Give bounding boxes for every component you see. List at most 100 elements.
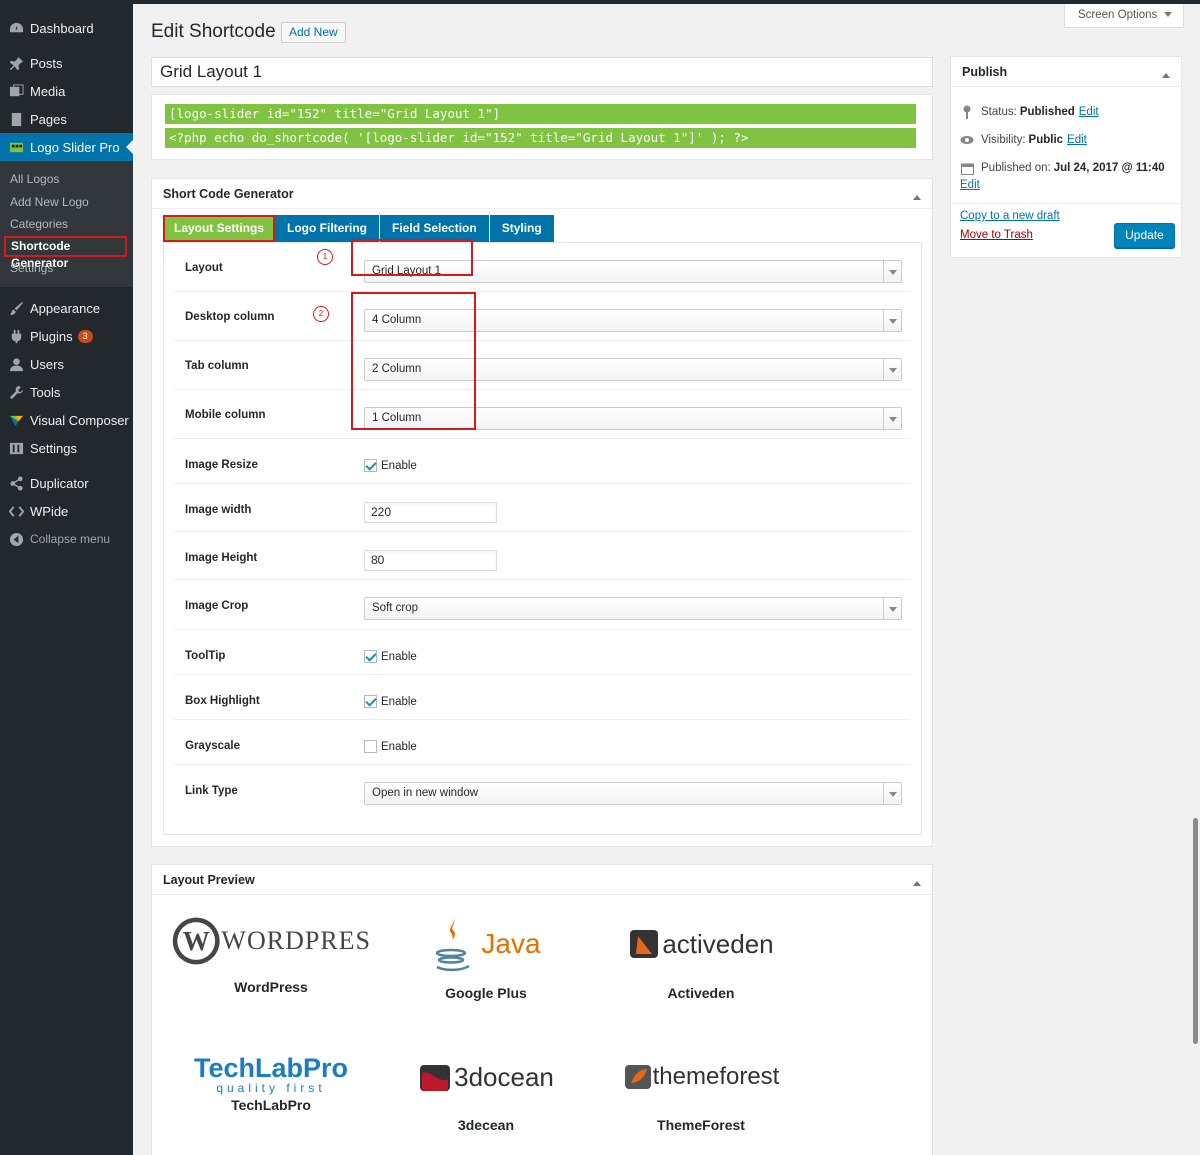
sidebar-item-wpide[interactable]: WPide: [0, 497, 133, 525]
logo-card-google-plus[interactable]: Java Google Plus: [386, 911, 586, 1001]
image-width-row: Image width 220: [174, 484, 910, 532]
image-crop-select[interactable]: Soft crop: [364, 597, 902, 620]
sidebar-item-media[interactable]: Media: [0, 77, 133, 105]
sidebar-item-plugins[interactable]: Plugins 3: [0, 322, 133, 350]
chevron-down-icon: [883, 359, 901, 380]
tab-logo-filtering[interactable]: Logo Filtering: [275, 215, 381, 242]
box-highlight-checkbox[interactable]: [364, 695, 377, 708]
eye-icon: [960, 133, 974, 147]
pin-icon: [8, 55, 24, 71]
logo-card-techlabpro[interactable]: TechLabPro quality first TechLabPro: [171, 1053, 371, 1114]
submenu-add-new-logo[interactable]: Add New Logo: [0, 191, 133, 214]
submenu-categories[interactable]: Categories: [0, 213, 133, 236]
link-type-select[interactable]: Open in new window: [364, 782, 902, 805]
admin-bar: [0, 0, 1200, 4]
svg-text:W: W: [183, 926, 210, 956]
logo-card-activeden[interactable]: activeden Activeden: [601, 911, 801, 1001]
logo-card-themeforest[interactable]: themeforest ThemeForest: [601, 1055, 801, 1133]
submenu-shortcode-generator[interactable]: Shortcode Generator: [4, 235, 127, 270]
page-scrollbar[interactable]: [1193, 818, 1198, 1044]
java-logo: Java: [386, 911, 586, 977]
image-resize-checkbox[interactable]: [364, 459, 377, 472]
logo-name: Google Plus: [445, 985, 527, 1001]
generator-header: Short Code Generator: [152, 179, 932, 209]
sidebar-item-label: Settings: [30, 440, 77, 456]
sidebar-item-logo-slider-pro[interactable]: Logo Slider Pro: [0, 133, 133, 161]
tab-column-select[interactable]: 2 Column: [364, 358, 902, 381]
image-height-row: Image Height 80: [174, 532, 910, 580]
pin-icon: [960, 105, 974, 119]
update-button[interactable]: Update: [1114, 223, 1175, 248]
logo-card-3decean[interactable]: 3docean 3decean: [386, 1055, 586, 1133]
post-title-input[interactable]: Grid Layout 1: [151, 57, 933, 87]
tab-layout-settings[interactable]: Layout Settings: [163, 215, 276, 242]
link-type-label: Link Type: [185, 785, 238, 797]
collapse-toggle-icon[interactable]: [1162, 69, 1170, 78]
sidebar-item-label: Users: [30, 356, 64, 372]
tooltip-checkbox[interactable]: [364, 650, 377, 663]
layout-settings-panel: Layout Grid Layout 1 Desktop column 4 Co…: [163, 239, 922, 835]
screen-options-label: Screen Options: [1078, 9, 1158, 21]
sidebar-item-label: WPide: [30, 503, 69, 519]
grayscale-label: Grayscale: [185, 740, 240, 752]
image-crop-row: Image Crop Soft crop: [174, 580, 910, 630]
tooltip-label: ToolTip: [185, 650, 226, 662]
image-width-input[interactable]: 220: [364, 502, 497, 523]
sidebar-item-tools[interactable]: Tools: [0, 378, 133, 406]
publish-date-edit-row: Edit: [960, 179, 980, 191]
desktop-column-select[interactable]: 4 Column: [364, 309, 902, 332]
sidebar-item-settings[interactable]: Settings: [0, 434, 133, 462]
dashboard-icon: [8, 20, 24, 36]
copy-to-draft-link[interactable]: Copy to a new draft: [960, 210, 1060, 222]
edit-status-link[interactable]: Edit: [1079, 106, 1099, 118]
trash-row: Move to Trash: [960, 229, 1033, 241]
collapse-toggle-icon[interactable]: [913, 191, 921, 200]
submenu-all-logos[interactable]: All Logos: [0, 168, 133, 191]
logo-name: ThemeForest: [657, 1117, 745, 1133]
screen-options-button[interactable]: Screen Options: [1064, 4, 1184, 28]
link-type-value: Open in new window: [372, 787, 479, 799]
publish-date: Published on: Jul 24, 2017 @ 11:40: [960, 161, 1165, 175]
add-new-button[interactable]: Add New: [281, 22, 346, 43]
edit-visibility-link[interactable]: Edit: [1067, 134, 1087, 146]
sidebar-item-visual-composer[interactable]: Visual Composer: [0, 406, 133, 434]
sidebar-item-duplicator[interactable]: Duplicator: [0, 469, 133, 497]
image-height-label: Image Height: [185, 552, 258, 564]
desktop-column-value: 4 Column: [372, 314, 422, 326]
visibility-label: Visibility:: [981, 134, 1026, 146]
logo-card-wordpress[interactable]: W WORDPRES WordPress: [171, 911, 371, 995]
generator-tabs: Layout Settings Logo Filtering Field Sel…: [163, 215, 555, 242]
shortcode-generator-box: Short Code Generator Layout Settings Log…: [151, 178, 933, 847]
sidebar-item-posts[interactable]: Posts: [0, 49, 133, 77]
sidebar-item-label: Posts: [30, 55, 63, 71]
tab-styling[interactable]: Styling: [489, 215, 555, 242]
techlabpro-logo: TechLabPro quality first: [193, 1053, 349, 1096]
shortcode-line[interactable]: [logo-slider id="152" title="Grid Layout…: [165, 104, 916, 124]
box-highlight-option-label: Enable: [381, 695, 417, 708]
box-highlight-label: Box Highlight: [185, 695, 260, 707]
grayscale-checkbox[interactable]: [364, 740, 377, 753]
sidebar-item-appearance[interactable]: Appearance: [0, 294, 133, 322]
copy-draft-row: Copy to a new draft: [960, 210, 1060, 222]
mobile-column-select[interactable]: 1 Column: [364, 407, 902, 430]
publish-visibility: Visibility: Public Edit: [960, 133, 1087, 147]
tab-field-selection[interactable]: Field Selection: [380, 215, 490, 242]
edit-date-link[interactable]: Edit: [960, 179, 980, 191]
box-highlight-row: Box Highlight Enable: [174, 675, 910, 720]
image-resize-label: Image Resize: [185, 459, 258, 471]
logo-name: WordPress: [234, 979, 308, 995]
image-height-input[interactable]: 80: [364, 550, 497, 571]
tab-column-row: Tab column 2 Column: [174, 341, 910, 390]
sidebar-item-dashboard[interactable]: Dashboard: [0, 14, 133, 42]
move-to-trash-link[interactable]: Move to Trash: [960, 229, 1033, 241]
layout-value: Grid Layout 1: [372, 265, 442, 277]
layout-select[interactable]: Grid Layout 1: [364, 260, 902, 283]
sidebar-item-pages[interactable]: Pages: [0, 105, 133, 133]
sidebar-item-users[interactable]: Users: [0, 350, 133, 378]
sidebar-item-label: Collapse menu: [30, 532, 111, 546]
collapse-toggle-icon[interactable]: [913, 877, 921, 886]
published-value: Jul 24, 2017 @ 11:40: [1053, 162, 1165, 174]
vc-icon: [8, 412, 24, 428]
collapse-menu-button[interactable]: Collapse menu: [0, 525, 133, 553]
php-shortcode-line[interactable]: <?php echo do_shortcode( '[logo-slider i…: [165, 128, 916, 148]
